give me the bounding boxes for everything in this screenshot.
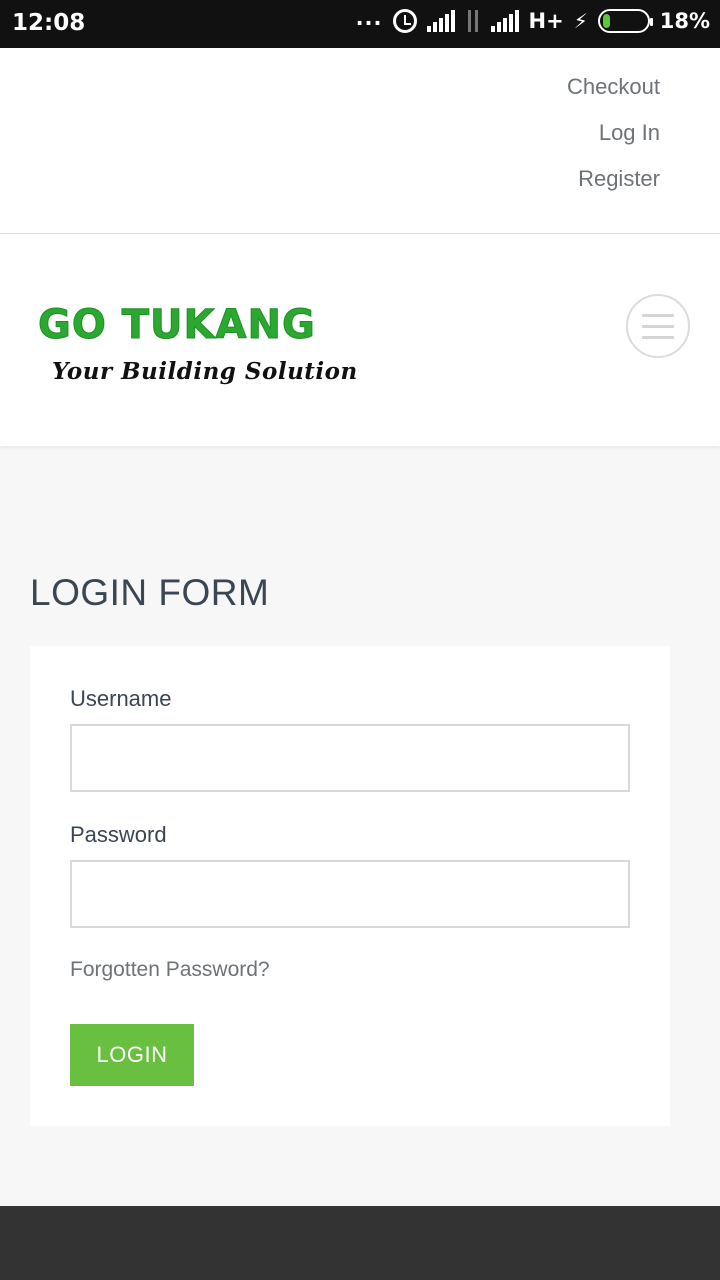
data-arrows-icon bbox=[465, 10, 481, 32]
site-logo[interactable]: GO TUKANG Your Building Solution bbox=[38, 302, 378, 402]
top-link-register[interactable]: Register bbox=[567, 156, 660, 202]
alarm-icon bbox=[392, 9, 417, 33]
page-title: LOGIN FORM bbox=[30, 572, 270, 613]
battery-fill bbox=[602, 14, 611, 28]
signal-icon bbox=[490, 10, 519, 32]
login-form: Username Password Forgotten Password? LO… bbox=[30, 646, 670, 1126]
more-notifications-icon: ... bbox=[355, 6, 383, 30]
forgot-password-link[interactable]: Forgotten Password? bbox=[70, 958, 270, 982]
logo-tagline: Your Building Solution bbox=[52, 358, 358, 385]
hamburger-menu-icon[interactable] bbox=[626, 294, 690, 358]
status-icons: ... H+ ⚡ 18% bbox=[355, 6, 710, 33]
username-label: Username bbox=[70, 686, 172, 711]
menu-bar bbox=[642, 324, 674, 328]
battery-percent: 18% bbox=[659, 9, 710, 33]
top-link-cart[interactable] bbox=[567, 48, 660, 64]
charging-icon: ⚡ bbox=[573, 9, 588, 33]
battery-icon bbox=[597, 9, 653, 33]
menu-bar bbox=[642, 335, 674, 339]
top-link-checkout[interactable]: Checkout bbox=[567, 64, 660, 110]
network-type-label: H+ bbox=[528, 9, 564, 33]
status-bar: 12:08 ... H+ ⚡ 18% bbox=[0, 0, 720, 48]
logo-title: GO TUKANG bbox=[38, 302, 316, 349]
username-input[interactable] bbox=[70, 724, 630, 792]
site-footer bbox=[0, 1206, 720, 1280]
password-label: Password bbox=[70, 822, 167, 847]
top-links-menu: Checkout Log In Register bbox=[0, 48, 720, 234]
menu-bar bbox=[642, 313, 674, 317]
top-link-login[interactable]: Log In bbox=[567, 110, 660, 156]
signal-icon bbox=[426, 10, 455, 32]
password-input[interactable] bbox=[70, 860, 630, 928]
status-time: 12:08 bbox=[12, 10, 86, 36]
login-button[interactable]: LOGIN bbox=[70, 1024, 194, 1086]
site-header: GO TUKANG Your Building Solution bbox=[0, 234, 720, 446]
